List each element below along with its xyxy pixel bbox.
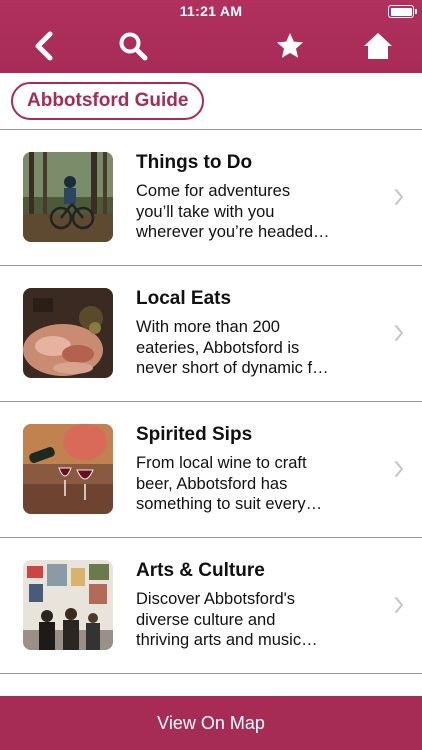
- list-item-local-eats[interactable]: Local Eats With more than 200 eateries, …: [0, 266, 422, 402]
- chevron-right-icon: [395, 461, 403, 477]
- item-description: Come for adventures you’ll take with you…: [136, 182, 330, 241]
- star-icon: [277, 33, 303, 58]
- item-description: From local wine to craft beer, Abbotsfor…: [136, 454, 323, 513]
- item-description: Discover Abbotsford's diverse culture an…: [136, 590, 318, 649]
- home-button[interactable]: [362, 30, 394, 62]
- chevron-right-icon: [395, 189, 403, 205]
- things-to-do-thumbnail: [23, 152, 113, 242]
- home-icon: [364, 33, 392, 59]
- guide-button[interactable]: Abbotsford Guide: [11, 82, 205, 120]
- item-title: Local Eats: [136, 288, 232, 309]
- list-item-spirited-sips[interactable]: Spirited Sips From local wine to craft b…: [0, 402, 422, 538]
- list-item-things-to-do[interactable]: Things to Do Come for adventures you’ll …: [0, 130, 422, 266]
- favorites-button[interactable]: [274, 30, 306, 62]
- back-button[interactable]: [28, 30, 60, 62]
- item-title: Arts & Culture: [136, 560, 265, 581]
- item-title: Spirited Sips: [136, 424, 253, 445]
- category-list: Things to Do Come for adventures you’ll …: [0, 130, 422, 674]
- local-eats-thumbnail: [23, 288, 113, 378]
- view-on-map-button[interactable]: View On Map: [0, 696, 422, 750]
- arts-culture-thumbnail: [23, 560, 113, 650]
- chevron-right-icon: [395, 325, 403, 341]
- top-navigation-bar: 11:21 AM: [0, 0, 422, 73]
- chevron-left-icon: [35, 31, 53, 61]
- search-icon: [119, 32, 148, 61]
- status-time: 11:21 AM: [179, 3, 243, 19]
- chevron-right-icon: [395, 597, 403, 613]
- spirited-sips-thumbnail: [23, 424, 113, 514]
- guide-header: Abbotsford Guide: [0, 73, 422, 130]
- item-description: With more than 200 eateries, Abbotsford …: [136, 318, 329, 377]
- item-title: Things to Do: [136, 152, 253, 173]
- list-item-arts-culture[interactable]: Arts & Culture Discover Abbotsford's div…: [0, 538, 422, 674]
- battery-icon: [388, 5, 417, 18]
- search-button[interactable]: [117, 30, 149, 62]
